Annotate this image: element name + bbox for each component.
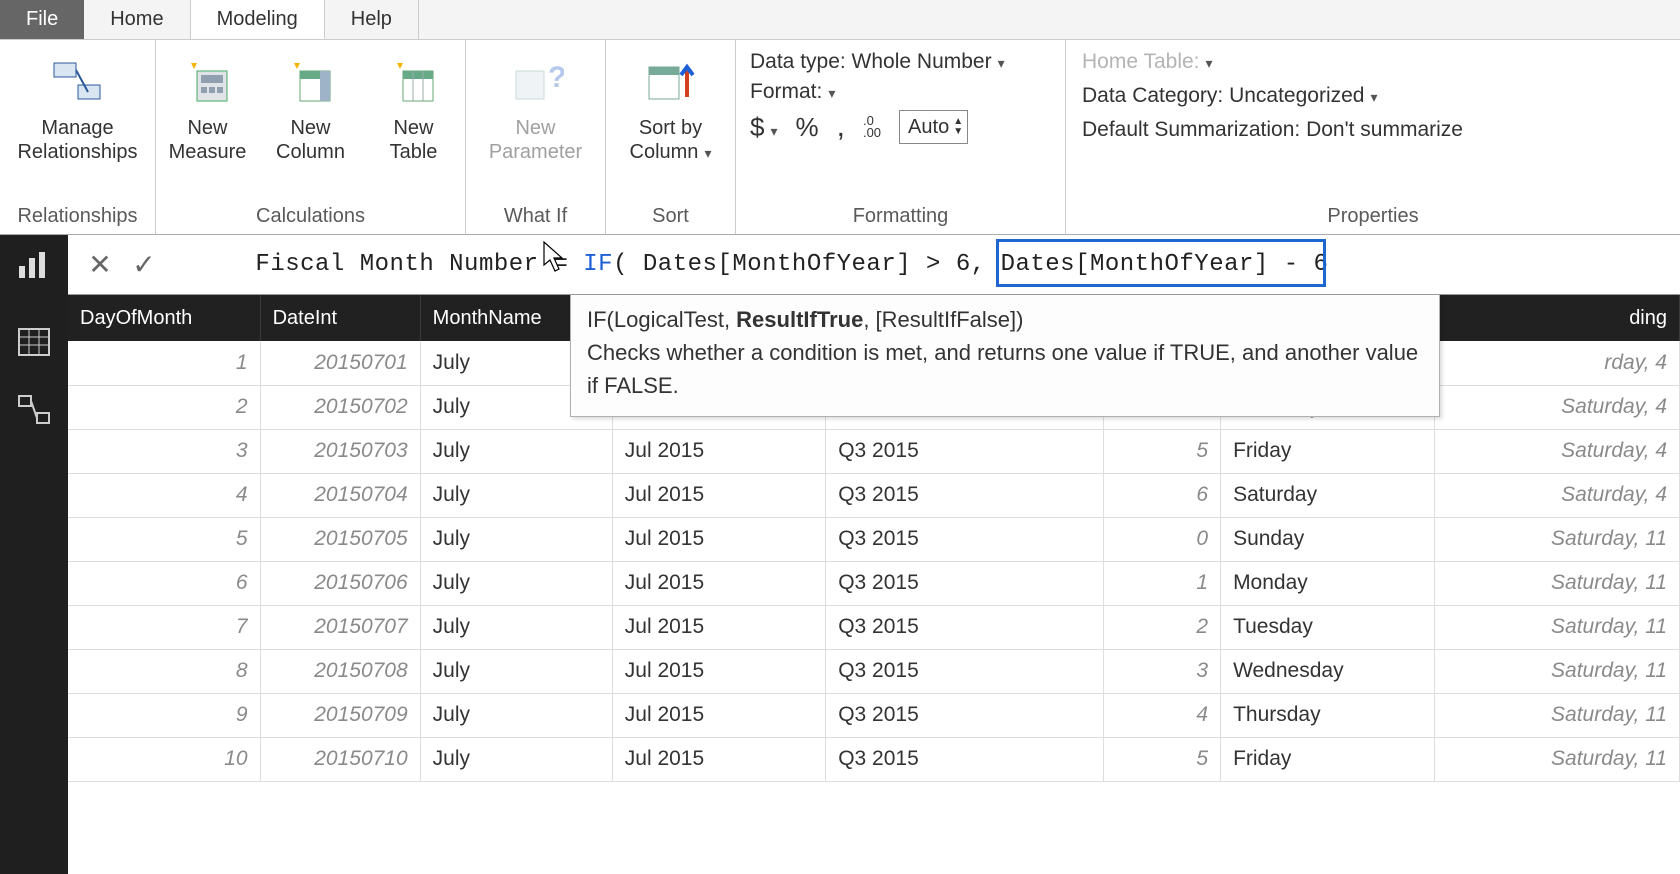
table-row[interactable]: 1020150710JulyJul 2015Q3 20155FridaySatu… [68,737,1680,781]
datatype-dropdown[interactable]: Data type: Whole Number [750,50,1005,74]
tooltip-signature: IF(LogicalTest, ResultIfTrue, [ResultIfF… [587,303,1423,336]
new-parameter-button: ? New Parameter [466,42,605,164]
column-icon [286,52,336,112]
menu-tabs: File Home Modeling Help [0,0,1680,40]
table-icon [389,52,439,112]
col-dayofmonth[interactable]: DayOfMonth [68,295,260,341]
tab-modeling[interactable]: Modeling [191,0,325,39]
tab-home[interactable]: Home [84,0,190,39]
formula-bar-row: ✕ ✓ Fiscal Month Number = IF( Dates[Mont… [0,235,1680,295]
currency-button[interactable]: $ [750,112,778,143]
decimal-places-input[interactable]: Auto ▲▼ [899,110,968,144]
view-switcher [0,295,68,874]
table-row[interactable]: 920150709JulyJul 2015Q3 20154ThursdaySat… [68,693,1680,737]
tab-help[interactable]: Help [325,0,419,39]
manage-relationships-label: Manage Relationships [17,116,137,164]
cancel-formula-button[interactable]: ✕ [78,243,122,287]
default-summarization-dropdown[interactable]: Default Summarization: Don't summarize [1082,118,1463,141]
tooltip-description: Checks whether a condition is met, and r… [587,336,1423,402]
formula-input[interactable]: Fiscal Month Number = IF( Dates[MonthOfY… [166,224,1328,305]
group-relationships: Relationships [0,205,155,230]
percent-button[interactable]: % [796,112,819,143]
home-table-dropdown[interactable]: Home Table: [1082,50,1213,73]
measure-icon [183,52,233,112]
intellisense-tooltip: IF(LogicalTest, ResultIfTrue, [ResultIfF… [570,295,1440,417]
svg-text:?: ? [548,61,564,94]
tab-file[interactable]: File [0,0,84,39]
format-dropdown[interactable]: Format: [750,80,835,104]
parameter-icon: ? [508,52,564,112]
sort-icon [643,52,699,112]
col-dateint[interactable]: DateInt [260,295,420,341]
spinner-icon[interactable]: ▲▼ [953,117,963,137]
thousands-button[interactable]: , [837,110,845,144]
data-category-dropdown[interactable]: Data Category: Uncategorized [1082,84,1378,107]
table-row[interactable]: 320150703JulyJul 2015Q3 20155FridaySatur… [68,429,1680,473]
commit-formula-button[interactable]: ✓ [122,243,166,287]
table-row[interactable]: 520150705JulyJul 2015Q3 20150SundaySatur… [68,517,1680,561]
manage-relationships-button[interactable]: Manage Relationships [0,42,155,164]
new-measure-button[interactable]: New Measure [156,42,259,164]
table-row[interactable]: 420150704JulyJul 2015Q3 20156SaturdaySat… [68,473,1680,517]
table-row[interactable]: 820150708JulyJul 2015Q3 20153WednesdaySa… [68,649,1680,693]
model-view-button[interactable] [17,393,51,431]
formula-bar[interactable]: ✕ ✓ Fiscal Month Number = IF( Dates[Mont… [68,235,1680,295]
table-row[interactable]: 720150707JulyJul 2015Q3 20152TuesdaySatu… [68,605,1680,649]
sort-by-column-button[interactable]: Sort by Column [606,42,735,164]
table-row[interactable]: 620150706JulyJul 2015Q3 20151MondaySatur… [68,561,1680,605]
decimals-button[interactable]: .0 .00 [863,115,881,139]
new-table-button[interactable]: New Table [362,42,465,164]
relationships-icon [50,52,106,112]
data-table: DayOfMonth DateInt MonthName ding 120150… [68,295,1680,874]
col-ending[interactable]: ding [1434,295,1680,341]
report-view-icon[interactable] [17,248,51,282]
new-column-button[interactable]: New Column [259,42,362,164]
data-view-button[interactable] [17,325,51,363]
ribbon: Manage Relationships Relationships New M… [0,40,1680,235]
